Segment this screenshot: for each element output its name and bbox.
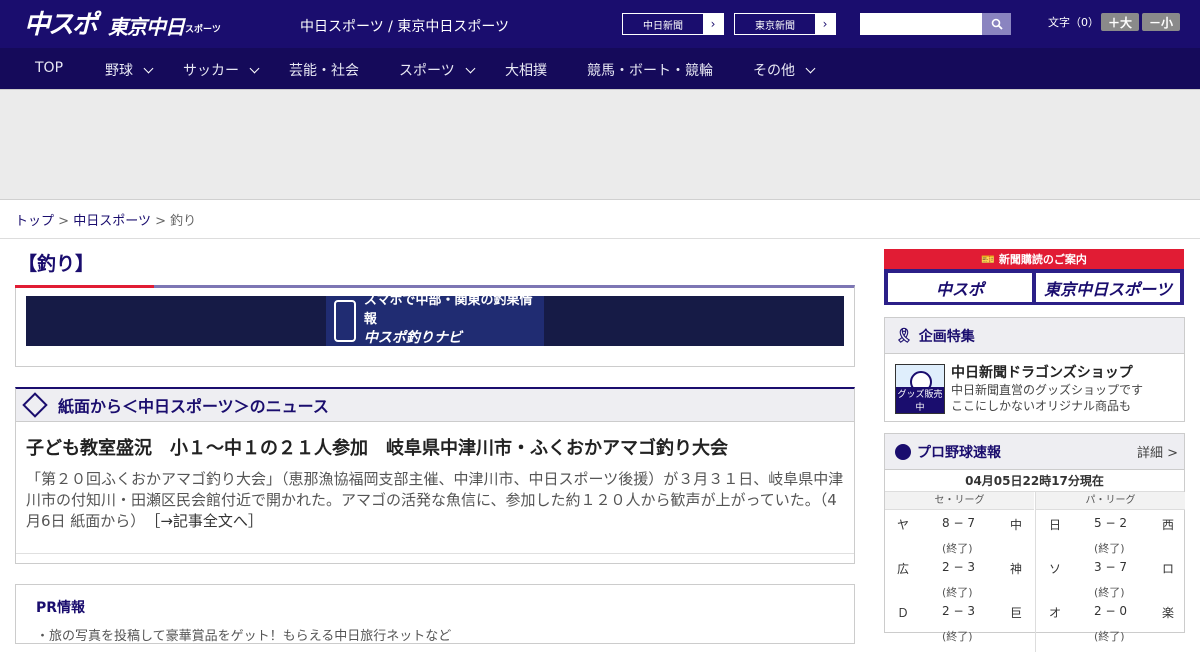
central-league-label: セ・リーグ	[885, 492, 1034, 510]
logo-sports: スポーツ	[185, 25, 221, 35]
article-link[interactable]: ［→記事全文へ］	[153, 512, 263, 530]
pacific-league-label: パ・リーグ	[1036, 492, 1185, 510]
game-row[interactable]: ソ 3 − 7 ロ	[1036, 560, 1186, 582]
font-size-label: 文字（0）	[1048, 16, 1099, 29]
subscribe-tokyo-button[interactable]: 東京中日スポーツ	[1036, 273, 1180, 302]
article-summary: 「第２０回ふくおかアマゴ釣り大会」（恵那漁協福岡支部主催、中津川市、中日スポーツ…	[26, 470, 844, 530]
chevron-down-icon	[143, 63, 154, 74]
game-row[interactable]: 日 5 − 2 西	[1036, 516, 1186, 538]
ribbon-icon: 🎗	[895, 327, 913, 344]
site-title: 中日スポーツ / 東京中日スポーツ	[300, 19, 510, 35]
tokyo-shimbun-button[interactable]: 東京新聞 ›	[734, 13, 836, 35]
baseball-icon	[895, 443, 911, 460]
feature-item-title[interactable]: 中日新聞ドラゴンズショップ	[951, 362, 1133, 382]
search-button[interactable]	[982, 13, 1011, 35]
chevron-down-icon	[249, 63, 260, 74]
ticket-icon: 🎫	[981, 252, 995, 266]
search-input[interactable]	[860, 13, 982, 35]
nav-item-top[interactable]: TOP	[35, 60, 63, 76]
feature-header: 🎗 企画特集	[885, 318, 1184, 354]
newspaper-icon	[22, 392, 48, 418]
breadcrumb-top[interactable]: トップ	[15, 214, 54, 229]
smartphone-icon	[334, 300, 356, 342]
search-icon	[991, 18, 1003, 30]
site-header: 中スポ 東京中日 スポーツ 中日スポーツ / 東京中日スポーツ 中日新聞 › 東…	[0, 0, 1200, 48]
banner-panel: スマホで中部・関東の釣果情報 中スポ釣りナビ CHUSPO TSURI NAVI	[15, 285, 855, 367]
nav-item-sports[interactable]: スポーツ	[399, 60, 476, 80]
nav-item-soccer[interactable]: サッカー	[183, 60, 260, 80]
breadcrumb-current: 釣り	[170, 214, 197, 229]
font-smaller-button[interactable]: －小	[1142, 13, 1180, 31]
news-section-title: 紙面から＜中日スポーツ＞のニュース	[58, 397, 329, 416]
search-box	[860, 13, 1011, 35]
nav-item-entertainment[interactable]: 芸能・社会	[289, 60, 359, 80]
divider	[0, 238, 1200, 239]
nav-item-sumo[interactable]: 大相撲	[505, 60, 547, 80]
subscription-title: 新聞購読のご案内	[998, 253, 1087, 266]
ad-area	[0, 90, 1200, 200]
nav-item-other[interactable]: その他	[753, 60, 816, 80]
title-underline-accent	[15, 285, 154, 288]
main-nav: TOP 野球 サッカー 芸能・社会 スポーツ 大相撲 競馬・ボート・競輪 その他	[0, 48, 1200, 90]
chunichi-shimbun-button[interactable]: 中日新聞 ›	[622, 13, 724, 35]
page-title: 【釣り】	[18, 253, 95, 275]
pr-title: PR情報	[36, 600, 86, 616]
nav-item-racing[interactable]: 競馬・ボート・競輪	[587, 60, 713, 80]
news-panel: 紙面から＜中日スポーツ＞のニュース 子ども教室盛況 小１～中１の２１人参加 岐阜…	[15, 387, 855, 564]
tsuri-navi-banner[interactable]: スマホで中部・関東の釣果情報 中スポ釣りナビ CHUSPO TSURI NAVI	[26, 293, 844, 353]
chevron-right-icon: ›	[815, 14, 835, 34]
chevron-down-icon	[805, 63, 816, 74]
breadcrumb: トップ > 中日スポーツ > 釣り	[15, 214, 197, 229]
game-row[interactable]: ヤ 8 − 7 中	[885, 516, 1035, 538]
nav-item-baseball[interactable]: 野球	[105, 60, 154, 80]
chevron-right-icon: ›	[703, 14, 723, 34]
article-headline[interactable]: 子ども教室盛況 小１～中１の２１人参加 岐阜県中津川市・ふくおかアマゴ釣り大会	[26, 434, 728, 460]
subscribe-chuspo-button[interactable]: 中スポ	[888, 273, 1032, 302]
pr-text[interactable]: ・旅の写真を投稿して豪華賞品をゲット！もらえる中日旅行ネットなど	[36, 625, 451, 644]
divider	[16, 553, 854, 554]
site-logo[interactable]: 中スポ 東京中日 スポーツ	[24, 8, 221, 40]
chevron-down-icon	[465, 63, 476, 74]
breadcrumb-chunichi-sports[interactable]: 中日スポーツ	[73, 214, 151, 229]
update-time: 04月05日22時17分現在	[885, 470, 1184, 492]
news-section-header: 紙面から＜中日スポーツ＞のニュース	[16, 389, 854, 422]
logo-tokyo: 東京中日	[108, 15, 185, 39]
pr-panel: PR情報 ・旅の写真を投稿して豪華賞品をゲット！もらえる中日旅行ネットなど	[15, 584, 855, 644]
subscription-box: 🎫 新聞購読のご案内 中スポ 東京中日スポーツ	[884, 249, 1184, 305]
baseball-more-link[interactable]: 詳細 >	[1137, 442, 1178, 461]
baseball-score-box: プロ野球速報 詳細 > 04月05日22時17分現在 セ・リーグ パ・リーグ ヤ…	[884, 433, 1186, 652]
game-row[interactable]: Ｄ 2 − 3 巨	[885, 604, 1035, 626]
feature-box: 🎗 企画特集 グッズ販売中 中日新聞ドラゴンズショップ 中日新聞直営のグッズショ…	[884, 317, 1185, 422]
dragons-shop-thumbnail[interactable]: グッズ販売中	[895, 364, 945, 414]
game-row[interactable]: 広 2 − 3 神	[885, 560, 1035, 582]
font-bigger-button[interactable]: ＋大	[1101, 13, 1139, 31]
game-row[interactable]: オ 2 − 0 楽	[1036, 604, 1186, 626]
logo-main: 中スポ	[24, 10, 98, 40]
feature-item-desc: 中日新聞直営のグッズショップです ここにしかないオリジナル商品も	[951, 383, 1144, 413]
